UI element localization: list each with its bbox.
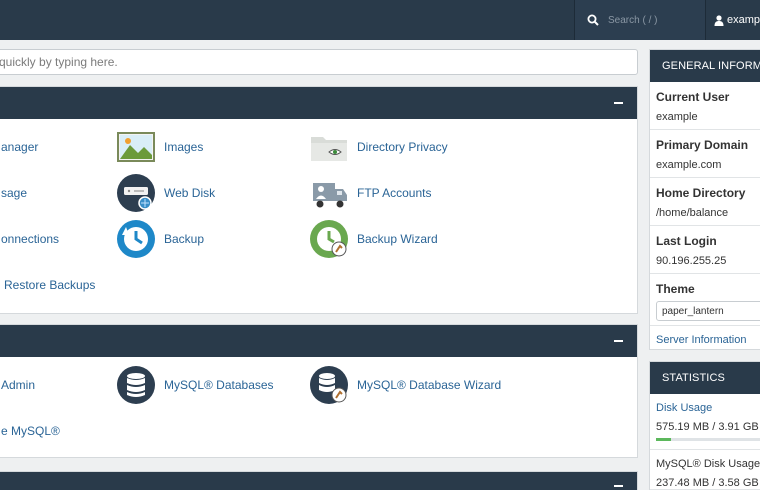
databases-panel-header[interactable] bbox=[0, 325, 637, 357]
mysql-disk-usage-stat: MySQL® Disk Usage 237.48 MB / 3.58 GB bbox=[650, 450, 760, 490]
theme-row: Theme paper_lantern bbox=[650, 274, 760, 326]
disk-usage-label: sage bbox=[1, 186, 28, 200]
current-user-value: example bbox=[656, 111, 698, 123]
last-login-label: Last Login bbox=[656, 234, 717, 248]
backup-label: Backup bbox=[164, 232, 205, 246]
home-directory-row: Home Directory /home/balance bbox=[650, 178, 760, 226]
domains-panel-header[interactable] bbox=[0, 472, 637, 490]
images-icon bbox=[117, 132, 155, 162]
remote-mysql-link[interactable]: e MySQL® bbox=[1, 411, 60, 451]
last-login-value: 90.196.255.25 bbox=[656, 255, 727, 267]
backup-wizard-label: Backup Wizard bbox=[357, 232, 438, 246]
disk-usage-progress-bar bbox=[656, 438, 760, 441]
phpmyadmin-link[interactable]: Admin bbox=[1, 365, 35, 405]
databases-panel: Admin MySQL® Databases MySQL® Database W… bbox=[0, 324, 638, 458]
web-disk-icon bbox=[117, 174, 155, 212]
disk-usage-progress-fill bbox=[656, 438, 672, 441]
phpmyadmin-label: Admin bbox=[1, 378, 36, 392]
theme-label: Theme bbox=[656, 282, 695, 296]
backup-link[interactable]: Backup bbox=[116, 219, 204, 259]
mysql-databases-label: MySQL® Databases bbox=[164, 378, 274, 392]
file-manager-link[interactable]: anager bbox=[1, 127, 38, 167]
mysql-database-wizard-label: MySQL® Database Wizard bbox=[357, 378, 502, 392]
current-user-label: Current User bbox=[656, 90, 730, 104]
search-icon bbox=[587, 14, 599, 26]
images-label: Images bbox=[164, 140, 204, 154]
restore-backups-link[interactable]: Restore Backups bbox=[4, 265, 95, 305]
remote-mysql-label: e MySQL® bbox=[1, 424, 60, 438]
server-information-link[interactable]: Server Information bbox=[650, 326, 760, 354]
disk-usage-stat-value: 575.19 MB / 3.91 GB bbox=[656, 421, 759, 433]
search-placeholder: Search ( / ) bbox=[608, 14, 658, 26]
collapse-icon[interactable] bbox=[614, 485, 623, 487]
mysql-database-wizard-icon bbox=[310, 366, 348, 404]
file-manager-label: anager bbox=[1, 140, 39, 154]
general-information-title: GENERAL INFORMAT bbox=[650, 50, 760, 82]
images-link[interactable]: Images bbox=[116, 127, 203, 167]
user-icon bbox=[714, 14, 724, 26]
statistics-title: STATISTICS bbox=[650, 362, 760, 394]
mysql-databases-icon bbox=[117, 366, 155, 404]
ftp-accounts-link[interactable]: FTP Accounts bbox=[309, 173, 431, 213]
mysql-disk-usage-stat-label: MySQL® Disk Usage bbox=[656, 458, 760, 470]
files-panel: anager Images Directory Privacy sage Web… bbox=[0, 86, 638, 314]
quick-find-placeholder: quickly by typing here. bbox=[0, 55, 118, 69]
domains-panel bbox=[0, 471, 638, 490]
primary-domain-row: Primary Domain example.com bbox=[650, 130, 760, 178]
top-navbar: Search ( / ) exampl bbox=[0, 0, 760, 40]
backup-wizard-link[interactable]: Backup Wizard bbox=[309, 219, 438, 259]
primary-domain-value: example.com bbox=[656, 159, 722, 171]
global-search[interactable]: Search ( / ) bbox=[574, 0, 706, 40]
mysql-database-wizard-link[interactable]: MySQL® Database Wizard bbox=[309, 365, 501, 405]
home-directory-label: Home Directory bbox=[656, 186, 746, 200]
backup-icon bbox=[117, 220, 155, 258]
collapse-icon[interactable] bbox=[614, 102, 623, 104]
disk-usage-link[interactable]: sage bbox=[1, 173, 27, 213]
ftp-connections-link[interactable]: onnections bbox=[1, 219, 59, 259]
primary-domain-label: Primary Domain bbox=[656, 138, 749, 152]
theme-select[interactable]: paper_lantern bbox=[656, 301, 760, 321]
backup-wizard-icon bbox=[310, 220, 348, 258]
collapse-icon[interactable] bbox=[614, 340, 623, 342]
home-directory-value: /home/balance bbox=[656, 207, 729, 219]
directory-privacy-label: Directory Privacy bbox=[357, 140, 448, 154]
disk-usage-stat: Disk Usage 575.19 MB / 3.91 GB bbox=[650, 394, 760, 450]
user-menu[interactable]: exampl bbox=[714, 0, 760, 40]
username: exampl bbox=[727, 14, 760, 26]
current-user-row: Current User example bbox=[650, 82, 760, 130]
ftp-accounts-label: FTP Accounts bbox=[357, 186, 432, 200]
quick-find-input[interactable]: quickly by typing here. bbox=[0, 49, 638, 75]
mysql-databases-link[interactable]: MySQL® Databases bbox=[116, 365, 274, 405]
ftp-connections-label: onnections bbox=[1, 232, 60, 246]
web-disk-label: Web Disk bbox=[164, 186, 216, 200]
restore-backups-label: Restore Backups bbox=[4, 278, 96, 292]
disk-usage-stat-label[interactable]: Disk Usage bbox=[656, 402, 760, 414]
statistics-panel: STATISTICS Disk Usage 575.19 MB / 3.91 G… bbox=[649, 361, 760, 490]
web-disk-link[interactable]: Web Disk bbox=[116, 173, 215, 213]
ftp-accounts-icon bbox=[313, 183, 347, 208]
last-login-row: Last Login 90.196.255.25 bbox=[650, 226, 760, 274]
directory-privacy-icon bbox=[311, 137, 347, 161]
directory-privacy-link[interactable]: Directory Privacy bbox=[309, 127, 448, 167]
general-information-panel: GENERAL INFORMAT Current User example Pr… bbox=[649, 49, 760, 350]
mysql-disk-usage-stat-value: 237.48 MB / 3.58 GB bbox=[656, 477, 759, 489]
files-panel-header[interactable] bbox=[0, 87, 637, 119]
